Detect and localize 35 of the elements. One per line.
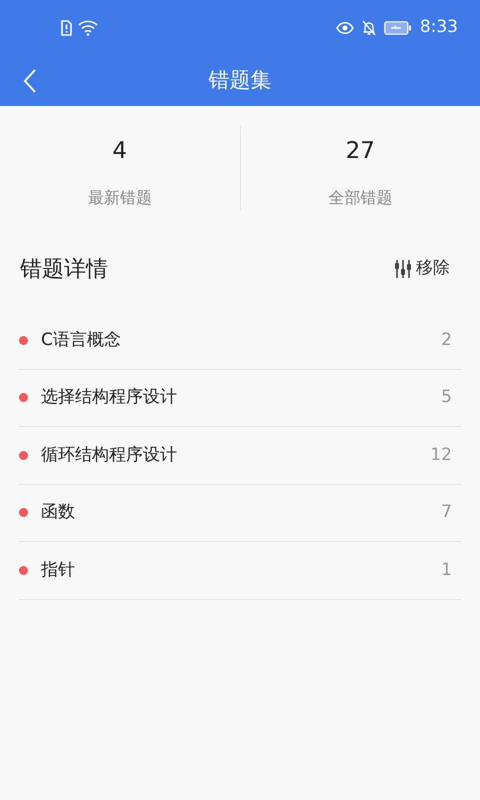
wifi-icon bbox=[78, 20, 98, 36]
bullet-icon bbox=[19, 566, 28, 575]
battery-icon bbox=[384, 21, 412, 35]
topic-row[interactable]: 函数 7 bbox=[18, 484, 462, 542]
stat-label: 最新错题 bbox=[88, 187, 152, 209]
stat-value: 4 bbox=[112, 137, 128, 166]
page-title: 错题集 bbox=[208, 67, 272, 94]
topic-count: 12 bbox=[430, 444, 452, 466]
stat-value: 27 bbox=[346, 137, 375, 166]
topic-row[interactable]: C语言概念 2 bbox=[18, 312, 462, 370]
stat-label: 全部错题 bbox=[328, 187, 392, 209]
status-time: 8:33 bbox=[420, 16, 458, 40]
topic-name: 指针 bbox=[41, 558, 76, 582]
topic-row[interactable]: 指针 1 bbox=[18, 542, 462, 600]
topic-count: 5 bbox=[441, 386, 452, 409]
topic-count: 2 bbox=[441, 328, 452, 352]
bullet-icon bbox=[19, 393, 28, 402]
topic-name: C语言概念 bbox=[41, 328, 122, 352]
back-icon bbox=[23, 69, 37, 93]
topic-count: 7 bbox=[441, 501, 452, 524]
topic-count: 1 bbox=[441, 558, 452, 582]
sliders-icon bbox=[394, 259, 412, 279]
section-title: 错题详情 bbox=[20, 256, 108, 284]
bell-off-icon bbox=[362, 20, 376, 36]
bullet-icon bbox=[19, 508, 28, 518]
topic-name: 循环结构程序设计 bbox=[41, 444, 178, 466]
remove-button[interactable]: 移除 bbox=[394, 256, 450, 282]
topic-row[interactable]: 循环结构程序设计 12 bbox=[18, 427, 462, 484]
eye-icon bbox=[336, 22, 354, 34]
sim-alert-icon bbox=[60, 20, 72, 36]
bullet-icon bbox=[19, 450, 28, 460]
bullet-icon bbox=[19, 336, 28, 345]
topic-name: 选择结构程序设计 bbox=[41, 386, 178, 409]
topic-row[interactable]: 选择结构程序设计 5 bbox=[18, 370, 462, 427]
topic-name: 函数 bbox=[41, 501, 76, 524]
